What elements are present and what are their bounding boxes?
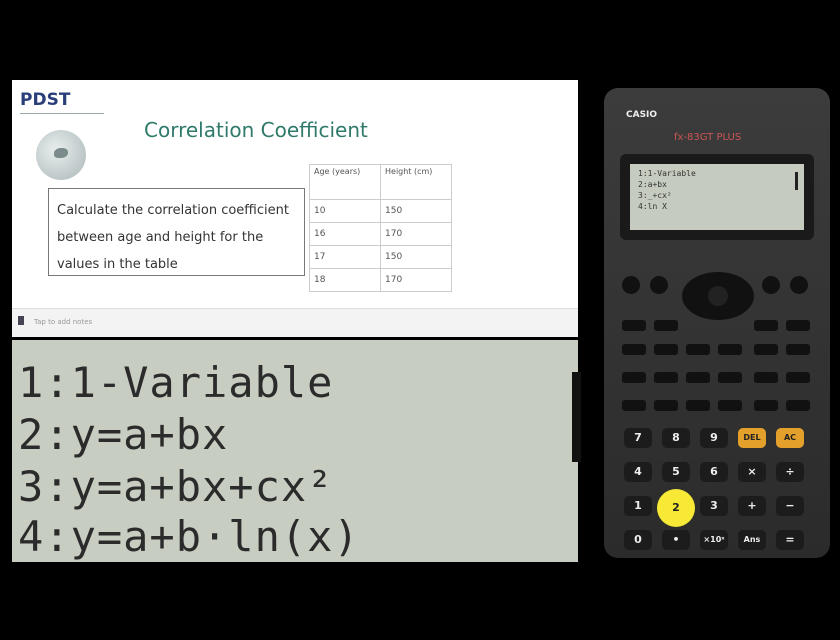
function-key[interactable]	[622, 320, 646, 331]
key-6[interactable]: 6	[700, 462, 728, 482]
function-key[interactable]	[686, 400, 710, 411]
key-3[interactable]: 3	[700, 496, 728, 516]
function-key[interactable]	[622, 372, 646, 383]
table-row: 16 170	[309, 222, 452, 246]
key-plus[interactable]: +	[738, 496, 766, 516]
function-key[interactable]	[718, 372, 742, 383]
calculator-screen-frame: 1:1-Variable 2:a+bx 3:_+cx² 4:ln X	[620, 154, 814, 240]
replay-dpad[interactable]	[682, 272, 754, 320]
notes-bar[interactable]: Tap to add notes	[12, 308, 578, 337]
on-button[interactable]	[790, 276, 808, 294]
key-4[interactable]: 4	[624, 462, 652, 482]
key-equals[interactable]: =	[776, 530, 804, 550]
table-cell: 150	[380, 245, 452, 269]
key-multiply[interactable]: ×	[738, 462, 766, 482]
function-key[interactable]	[754, 320, 778, 331]
table-row: 18 170	[309, 268, 452, 292]
key-9[interactable]: 9	[700, 428, 728, 448]
function-key[interactable]	[654, 320, 678, 331]
shift-button[interactable]	[622, 276, 640, 294]
table-cell: 170	[380, 222, 452, 246]
function-key[interactable]	[786, 320, 810, 331]
function-key[interactable]	[622, 344, 646, 355]
notes-placeholder: Tap to add notes	[34, 318, 93, 326]
slide-title: Correlation Coefficient	[144, 118, 368, 142]
table-header: Age (years)	[309, 164, 381, 200]
calculator: CASIO fx-83GT PLUS 1:1-Variable 2:a+bx 3…	[604, 88, 830, 558]
table-cell: 18	[309, 268, 381, 292]
key-minus[interactable]: −	[776, 496, 804, 516]
menu-option-4: 4:y=a+b·ln(x)	[18, 512, 360, 561]
key-0[interactable]: 0	[624, 530, 652, 550]
function-key[interactable]	[686, 344, 710, 355]
key-ac[interactable]: AC	[776, 428, 804, 448]
function-key[interactable]	[754, 400, 778, 411]
key-decimal[interactable]: •	[662, 530, 690, 550]
function-key[interactable]	[654, 344, 678, 355]
function-key[interactable]	[786, 344, 810, 355]
data-table: Age (years) Height (cm) 10 150 16 170 17…	[309, 164, 452, 292]
key-divide[interactable]: ÷	[776, 462, 804, 482]
screen-line: 2:a+bx	[638, 180, 667, 189]
task-text: Calculate the correlation coefficient be…	[48, 188, 305, 276]
function-key[interactable]	[622, 400, 646, 411]
screen-line: 4:ln X	[638, 202, 667, 211]
function-key[interactable]	[718, 344, 742, 355]
menu-option-2: 2:y=a+bx	[18, 410, 229, 459]
table-header-row: Age (years) Height (cm)	[309, 164, 452, 200]
mode-button[interactable]	[762, 276, 780, 294]
function-key[interactable]	[754, 344, 778, 355]
screen-scroll-icon	[795, 172, 798, 190]
table-cell: 10	[309, 199, 381, 223]
table-cell: 17	[309, 245, 381, 269]
function-key[interactable]	[686, 372, 710, 383]
key-ans[interactable]: Ans	[738, 530, 766, 550]
key-2-highlighted[interactable]: 2	[657, 489, 695, 527]
logo-subtitle	[20, 113, 104, 123]
calculator-brand: CASIO	[626, 110, 658, 120]
calculator-model: fx-83GT PLUS	[674, 132, 742, 143]
menu-option-3: 3:y=a+bx+cx²	[18, 462, 334, 511]
function-key[interactable]	[786, 400, 810, 411]
key-exp[interactable]: ×10ˣ	[700, 530, 728, 550]
table-cell: 150	[380, 199, 452, 223]
alpha-button[interactable]	[650, 276, 668, 294]
presentation-slide: PDST Correlation Coefficient Calculate t…	[12, 80, 578, 308]
table-cell: 170	[380, 268, 452, 292]
screen-line: 3:_+cx²	[638, 191, 672, 200]
notes-pin-icon	[18, 316, 24, 325]
key-1[interactable]: 1	[624, 496, 652, 516]
menu-option-1: 1:1-Variable	[18, 358, 334, 407]
display-scroll-indicator	[572, 372, 581, 462]
key-8[interactable]: 8	[662, 428, 690, 448]
table-header: Height (cm)	[380, 164, 452, 200]
logo-badge-icon	[36, 130, 86, 180]
pdst-logo: PDST	[20, 90, 71, 110]
function-key[interactable]	[754, 372, 778, 383]
key-7[interactable]: 7	[624, 428, 652, 448]
calculator-screen: 1:1-Variable 2:a+bx 3:_+cx² 4:ln X	[630, 164, 804, 230]
key-5[interactable]: 5	[662, 462, 690, 482]
table-row: 10 150	[309, 199, 452, 223]
function-key[interactable]	[718, 400, 742, 411]
function-key[interactable]	[654, 400, 678, 411]
table-cell: 16	[309, 222, 381, 246]
screen-line: 1:1-Variable	[638, 169, 696, 178]
key-del[interactable]: DEL	[738, 428, 766, 448]
function-key[interactable]	[654, 372, 678, 383]
table-row: 17 150	[309, 245, 452, 269]
zoomed-calculator-display: 1:1-Variable 2:y=a+bx 3:y=a+bx+cx² 4:y=a…	[12, 340, 581, 562]
function-key[interactable]	[786, 372, 810, 383]
